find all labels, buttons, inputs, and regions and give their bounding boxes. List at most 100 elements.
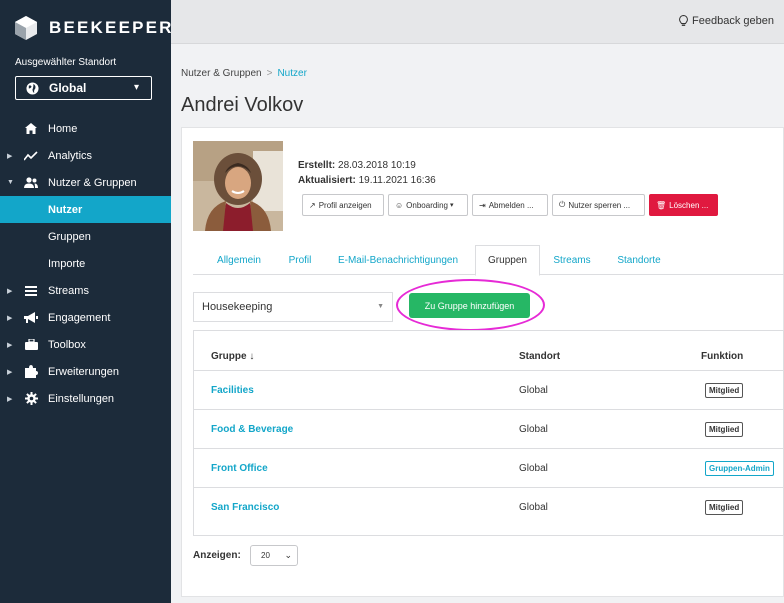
- tab-email[interactable]: E-Mail-Benachrichtigungen: [331, 245, 465, 275]
- puzzle-icon: [24, 365, 38, 379]
- table-row: Food & Beverage Global Mitglied: [194, 409, 784, 448]
- tab-allgemein[interactable]: Allgemein: [205, 245, 273, 275]
- role-badge: Gruppen-Admin: [705, 461, 774, 476]
- caret-down-icon: ▼: [377, 303, 384, 310]
- group-name-link[interactable]: Food & Beverage: [211, 424, 293, 435]
- group-name-link[interactable]: Facilities: [211, 385, 254, 396]
- block-user-button[interactable]: ⏻ Nutzer sperren ...: [552, 194, 645, 216]
- sidebar-item-home[interactable]: Home: [0, 115, 171, 142]
- sign-out-icon: ⇥: [479, 200, 486, 210]
- user-meta: Erstellt: 28.03.2018 10:19 Aktualisiert:…: [298, 158, 436, 188]
- power-icon: ⏻: [559, 200, 566, 209]
- tab-standorte[interactable]: Standorte: [609, 245, 669, 275]
- sidebar-item-label: Streams: [48, 284, 89, 297]
- created-label: Erstellt:: [298, 160, 336, 171]
- delete-label: Löschen ...: [669, 200, 709, 210]
- sidebar-item-einstellungen[interactable]: ▶ Einstellungen: [0, 385, 171, 412]
- group-location: Global: [519, 502, 548, 513]
- column-header-group-label: Gruppe: [211, 351, 247, 362]
- caret-right-icon: ▶: [7, 395, 13, 403]
- caret-right-icon: ▶: [7, 314, 13, 322]
- action-bar: ↗ Profil anzeigen ☺ Onboarding ▾ ⇥ Abmel…: [302, 194, 722, 216]
- logout-button[interactable]: ⇥ Abmelden ...: [472, 194, 548, 216]
- logo[interactable]: BEEKEEPER: [15, 16, 174, 40]
- tab-gruppen[interactable]: Gruppen: [475, 245, 540, 276]
- role-badge: Mitglied: [705, 383, 744, 398]
- column-header-location: Standort: [519, 351, 561, 362]
- caret-down-icon: ▼: [7, 179, 14, 186]
- role-badge: Mitglied: [705, 422, 744, 437]
- top-bar: Feedback geben: [171, 0, 784, 44]
- gear-icon: [24, 392, 38, 406]
- role-badge: Mitglied: [705, 500, 744, 515]
- table-row: Facilities Global Mitglied: [194, 370, 784, 409]
- groups-table: Gruppe ↓ Standort Funktion Facilities Gl…: [193, 330, 784, 536]
- sidebar-item-analytics[interactable]: ▶ Analytics: [0, 142, 171, 169]
- brand-name: BEEKEEPER: [49, 18, 174, 37]
- sidebar-item-label: Toolbox: [48, 338, 86, 351]
- view-profile-label: Profil anzeigen: [318, 200, 372, 210]
- chevron-down-icon: ▾: [133, 82, 139, 93]
- per-page-select[interactable]: 20 ⌄: [250, 545, 298, 566]
- group-location: Global: [519, 385, 548, 396]
- breadcrumb-parent[interactable]: Nutzer & Gruppen: [181, 68, 262, 79]
- block-user-label: Nutzer sperren ...: [568, 200, 631, 210]
- delete-button[interactable]: 🗑 Löschen ...: [649, 194, 718, 216]
- sort-arrow-icon: ↓: [249, 351, 255, 362]
- sidebar-item-label: Einstellungen: [48, 392, 115, 405]
- caret-right-icon: ▶: [7, 341, 13, 349]
- caret-right-icon: ▶: [7, 152, 13, 160]
- sidebar-item-label: Gruppen: [48, 230, 91, 243]
- onboarding-label: Onboarding: [406, 200, 448, 210]
- feedback-label: Feedback geben: [692, 15, 774, 27]
- tab-profil[interactable]: Profil: [278, 245, 322, 275]
- feedback-link[interactable]: Feedback geben: [679, 15, 774, 27]
- group-location: Global: [519, 424, 548, 435]
- group-location: Global: [519, 463, 548, 474]
- megaphone-icon: [24, 311, 38, 325]
- group-select-value: Housekeeping: [202, 301, 273, 313]
- sidebar-item-label: Nutzer: [48, 203, 83, 216]
- logout-label: Abmelden ...: [488, 200, 534, 210]
- column-header-group[interactable]: Gruppe ↓: [211, 351, 254, 362]
- beekeeper-logo-icon: [15, 16, 37, 40]
- sidebar-item-label: Importe: [48, 257, 86, 270]
- avatar: [193, 141, 283, 231]
- per-page-label: Anzeigen:: [193, 550, 241, 561]
- view-profile-button[interactable]: ↗ Profil anzeigen: [302, 194, 384, 216]
- breadcrumb: Nutzer & Gruppen > Nutzer: [181, 68, 307, 79]
- sidebar-item-users-groups[interactable]: ▼ Nutzer & Gruppen: [0, 169, 171, 196]
- sidebar-item-importe[interactable]: Importe: [0, 250, 171, 277]
- external-link-icon: ↗: [309, 200, 316, 210]
- location-select[interactable]: Global ▾: [15, 76, 152, 100]
- updated-line: Aktualisiert: 19.11.2021 16:36: [298, 173, 436, 188]
- group-name-link[interactable]: San Francisco: [211, 502, 279, 513]
- sidebar-item-label: Engagement: [48, 311, 111, 324]
- sidebar-item-gruppen[interactable]: Gruppen: [0, 223, 171, 250]
- column-header-role: Funktion: [701, 351, 744, 362]
- group-select[interactable]: Housekeeping ▼: [193, 292, 393, 322]
- table-row: San Francisco Global Mitglied: [194, 487, 784, 526]
- sidebar-item-engagement[interactable]: ▶ Engagement: [0, 304, 171, 331]
- caret-down-icon: ▾: [449, 202, 454, 209]
- page-title: Andrei Volkov: [181, 94, 304, 116]
- sidebar-item-nutzer[interactable]: Nutzer: [0, 196, 171, 223]
- tab-bar: Allgemein Profil E-Mail-Benachrichtigung…: [193, 245, 784, 276]
- tab-streams[interactable]: Streams: [545, 245, 599, 275]
- sidebar-item-label: Erweiterungen: [48, 365, 119, 378]
- sidebar-item-erweiterungen[interactable]: ▶ Erweiterungen: [0, 358, 171, 385]
- group-name-link[interactable]: Front Office: [211, 463, 268, 474]
- sidebar-nav: Home ▶ Analytics ▼ Nutzer & Gruppen Nutz…: [0, 115, 171, 412]
- sidebar-item-toolbox[interactable]: ▶ Toolbox: [0, 331, 171, 358]
- breadcrumb-current[interactable]: Nutzer: [277, 68, 306, 79]
- toolbox-icon: [24, 338, 38, 352]
- caret-right-icon: ▶: [7, 368, 13, 376]
- sidebar: BEEKEEPER Ausgewählter Standort Global ▾…: [0, 0, 171, 603]
- onboarding-button[interactable]: ☺ Onboarding ▾: [388, 194, 468, 216]
- analytics-icon: [24, 149, 38, 163]
- sidebar-item-streams[interactable]: ▶ Streams: [0, 277, 171, 304]
- location-value: Global: [49, 81, 87, 95]
- streams-icon: [24, 284, 38, 298]
- sidebar-item-label: Analytics: [48, 149, 93, 162]
- chevron-down-icon: ⌄: [284, 550, 292, 560]
